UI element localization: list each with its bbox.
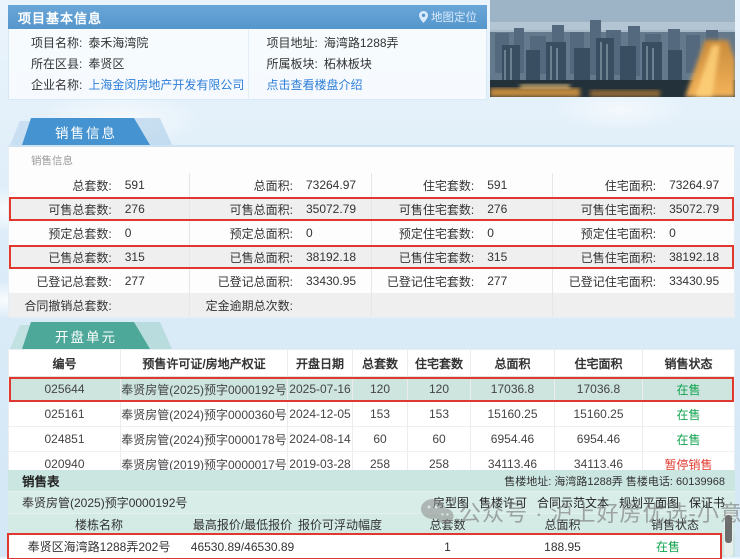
sales-table-title: 销售表 <box>22 471 60 490</box>
sales-permit-link[interactable]: 售楼许可 <box>479 494 527 511</box>
address-label: 项目地址: <box>267 36 318 50</box>
sales-table-header-row: 楼栋名称 最高报价/最低报价 报价可浮动幅度 总套数 总面积 销售状态 <box>8 514 735 534</box>
sales-table-links: 房型图 售楼许可 合同示范文本 规划平面图 保证书 <box>433 494 725 511</box>
status-badge: 在售 <box>615 538 721 555</box>
opening-units-row-024851[interactable]: 024851 奉贤房管(2024)预字0000178号 2024-08-14 6… <box>9 427 734 452</box>
tab-opening-units-label: 开盘单元 <box>55 326 117 346</box>
page: 项目基本信息 地图定位 项目名称: 泰禾海湾院 所在区县: 奉贤区 企业名称: 上海金… <box>0 0 740 557</box>
opening-units-table: 编号 预售许可证/房地产权证 开盘日期 总套数 住宅套数 总面积 住宅面积 销售… <box>8 349 735 478</box>
sales-info-sublabel: 销售信息 <box>9 147 734 173</box>
map-locate-label: 地图定位 <box>431 9 477 25</box>
opening-units-section: 开盘单元 编号 预售许可证/房地产权证 开盘日期 总套数 住宅套数 总面积 住宅… <box>8 322 735 478</box>
project-info-panel: 项目名称: 泰禾海湾院 所在区县: 奉贤区 企业名称: 上海金闵房地产开发有限公司 项… <box>8 29 487 100</box>
guarantee-link[interactable]: 保证书 <box>689 494 725 511</box>
scrollbar-thumb[interactable] <box>725 515 732 543</box>
project-info-header-bar: 项目基本信息 地图定位 <box>8 5 487 29</box>
floor-plan-link[interactable]: 房型图 <box>433 494 469 511</box>
presale-license: 奉贤房管(2025)预字0000192号 <box>22 494 187 511</box>
sales-info-panel: 销售信息 总套数:591 总面积:73264.97 住宅套数:591 住宅面积:… <box>8 145 735 318</box>
company-label: 企业名称: <box>31 78 82 92</box>
total-area: 188.95 <box>510 540 615 554</box>
intro-row: 点击查看楼盘介绍 <box>267 75 487 96</box>
opening-units-header-row: 编号 预售许可证/房地产权证 开盘日期 总套数 住宅套数 总面积 住宅面积 销售… <box>9 350 734 377</box>
project-info-right-column: 项目地址: 海湾路1288弄 所属板块: 柘林板块 点击查看楼盘介绍 <box>248 29 487 99</box>
tab-sales-info[interactable]: 销售信息 <box>22 118 150 145</box>
sales-info-row-total: 总套数:591 总面积:73264.97 住宅套数:591 住宅面积:73264… <box>9 173 734 197</box>
district-value: 奉贤区 <box>88 57 124 71</box>
view-building-intro-link[interactable]: 点击查看楼盘介绍 <box>267 78 363 92</box>
sales-info-row-registered: 已登记总套数:277 已登记总面积:33430.95 已登记住宅套数:277 已… <box>9 269 734 293</box>
sales-table-titlebar: 销售表 售楼地址: 海湾路1288弄 售楼电话: 60139968 <box>8 470 735 491</box>
status-badge: 在售 <box>643 427 734 451</box>
city-night-photo <box>490 0 735 97</box>
sales-table-license-bar: 奉贤房管(2025)预字0000192号 房型图 售楼许可 合同示范文本 规划平… <box>8 491 735 514</box>
sales-info-row-sold: 已售总套数:315 已售总面积:38192.18 已售住宅套数:315 已售住宅… <box>9 245 734 269</box>
planning-plan-link[interactable]: 规划平面图 <box>619 494 679 511</box>
opening-units-row-025644[interactable]: 025644 奉贤房管(2025)预字0000192号 2025-07-16 1… <box>9 377 734 402</box>
map-pin-icon <box>419 11 428 23</box>
project-name-row: 项目名称: 泰禾海湾院 <box>31 33 248 54</box>
address-value: 海湾路1288弄 <box>324 36 399 50</box>
tab-opening-units[interactable]: 开盘单元 <box>22 322 150 349</box>
company-row: 企业名称: 上海金闵房地产开发有限公司 <box>31 75 248 96</box>
company-link[interactable]: 上海金闵房地产开发有限公司 <box>88 78 244 92</box>
price-range: 46530.89/46530.89 <box>190 540 295 554</box>
sales-table-building-row[interactable]: 奉贤区海湾路1288弄202号 46530.89/46530.89 1 188.… <box>8 534 721 559</box>
page-title: 项目基本信息 <box>18 8 102 27</box>
sales-info-row-available: 可售总套数:276 可售总面积:35072.79 可售住宅套数:276 可售住宅… <box>9 197 734 221</box>
sales-office-contact: 售楼地址: 海湾路1288弄 售楼电话: 60139968 <box>504 473 725 489</box>
district-label: 所在区县: <box>31 57 82 71</box>
sales-info-section: 销售信息 销售信息 总套数:591 总面积:73264.97 住宅套数:591 … <box>8 118 735 318</box>
map-locate-link[interactable]: 地图定位 <box>419 9 477 25</box>
plate-label: 所属板块: <box>267 57 318 71</box>
total-units: 1 <box>385 540 510 554</box>
project-photo <box>490 0 735 97</box>
status-badge: 在售 <box>643 402 734 426</box>
tab-sales-info-label: 销售信息 <box>55 122 117 142</box>
scrollbar-track[interactable] <box>724 512 733 557</box>
project-info-left-column: 项目名称: 泰禾海湾院 所在区县: 奉贤区 企业名称: 上海金闵房地产开发有限公司 <box>9 29 248 99</box>
sales-table-section: 销售表 售楼地址: 海湾路1288弄 售楼电话: 60139968 奉贤房管(2… <box>8 470 735 557</box>
district-row: 所在区县: 奉贤区 <box>31 54 248 75</box>
project-name-label: 项目名称: <box>31 36 82 50</box>
plate-value: 柘林板块 <box>324 57 372 71</box>
status-badge: 在售 <box>643 377 734 401</box>
building-name: 奉贤区海湾路1288弄202号 <box>8 538 190 555</box>
sales-info-row-reserved: 预定总套数:0 预定总面积:0 预定住宅套数:0 预定住宅面积:0 <box>9 221 734 245</box>
sales-info-row-cancelled: 合同撤销总套数: 定金逾期总次数: <box>9 293 734 317</box>
plate-row: 所属板块: 柘林板块 <box>267 54 487 75</box>
opening-units-row-025161[interactable]: 025161 奉贤房管(2024)预字0000360号 2024-12-05 1… <box>9 402 734 427</box>
project-name-value: 泰禾海湾院 <box>88 36 148 50</box>
address-row: 项目地址: 海湾路1288弄 <box>267 33 487 54</box>
contract-sample-link[interactable]: 合同示范文本 <box>537 494 609 511</box>
